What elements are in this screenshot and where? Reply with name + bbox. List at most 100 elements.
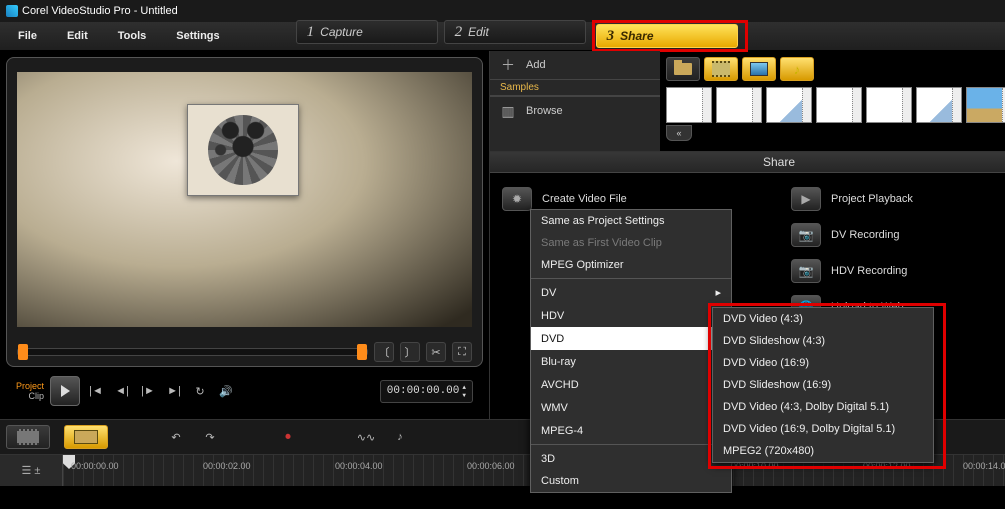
add-button[interactable]: ＋ Add xyxy=(490,51,660,79)
menu-edit[interactable]: Edit xyxy=(53,26,102,46)
project-playback[interactable]: ▶ Project Playback xyxy=(787,181,1005,217)
trim-in-handle[interactable] xyxy=(18,344,28,360)
menu-label: MPEG-4 xyxy=(541,425,583,437)
menu-same-project[interactable]: Same as Project Settings xyxy=(531,210,731,232)
mode-labels[interactable]: Project Clip xyxy=(16,381,44,401)
folder-icon xyxy=(674,63,692,75)
playback-bar: Project Clip |◄ ◄| |► ►| ↻ 🔊 00:00:00.00… xyxy=(6,367,483,415)
dvd-video-4-3[interactable]: DVD Video (4:3) xyxy=(713,308,933,330)
thumb[interactable] xyxy=(966,87,1005,123)
menu-label: DV xyxy=(541,287,556,299)
thumb[interactable] xyxy=(816,87,862,123)
menu-hdv[interactable]: HDV▸ xyxy=(531,304,731,327)
record-button[interactable]: ⏺ xyxy=(278,427,298,447)
menu-settings[interactable]: Settings xyxy=(162,26,233,46)
label: HDV Recording xyxy=(831,265,907,277)
filter-photo[interactable] xyxy=(742,57,776,81)
tick: 00:00:00.00 xyxy=(71,461,119,471)
prev-frame-button[interactable]: ◄| xyxy=(112,381,132,401)
menu-dvd[interactable]: DVD▸ xyxy=(531,327,731,350)
samples-label[interactable]: Samples xyxy=(490,79,660,96)
auto-music-button[interactable]: ♪ xyxy=(390,427,410,447)
timeline-view-button[interactable] xyxy=(64,425,108,449)
menu-separator xyxy=(531,278,731,279)
menu-wmv[interactable]: WMV▸ xyxy=(531,396,731,419)
share-header: Share xyxy=(490,152,1005,173)
thumb[interactable] xyxy=(716,87,762,123)
tab-edit[interactable]: 2 Edit xyxy=(444,20,586,44)
audio-mixer-button[interactable]: ∿∿ xyxy=(356,427,376,447)
mode-project[interactable]: Project xyxy=(16,381,44,391)
mpeg2-720x480[interactable]: MPEG2 (720x480) xyxy=(713,440,933,462)
dvd-video-4-3-dd[interactable]: DVD Video (4:3, Dolby Digital 5.1) xyxy=(713,396,933,418)
collapse-button[interactable]: « xyxy=(666,125,692,141)
scrub-track[interactable] xyxy=(17,348,368,356)
dvd-slideshow-4-3[interactable]: DVD Slideshow (4:3) xyxy=(713,330,933,352)
menu-custom[interactable]: Custom xyxy=(531,470,731,492)
expand-button[interactable]: ⛶ xyxy=(452,342,472,362)
share-panel: ✹ Create Video File Same as Project Sett… xyxy=(490,173,1005,419)
menu-3d[interactable]: 3D▸ xyxy=(531,447,731,470)
volume-button[interactable]: 🔊 xyxy=(216,381,236,401)
preview-pane: 〔 〕 ✂ ⛶ Project Clip |◄ ◄| |► ►| ↻ 🔊 00:… xyxy=(0,51,489,419)
thumb[interactable] xyxy=(766,87,812,123)
dvd-slideshow-16-9[interactable]: DVD Slideshow (16:9) xyxy=(713,374,933,396)
filter-audio[interactable]: ♪ xyxy=(780,57,814,81)
tab-share[interactable]: 3 Share xyxy=(596,24,738,48)
create-video-menu: Same as Project Settings Same as First V… xyxy=(530,209,732,493)
menu-mpeg-optimizer[interactable]: MPEG Optimizer xyxy=(531,254,731,276)
hdv-recording[interactable]: 📷 HDV Recording xyxy=(787,253,1005,289)
menu-bluray[interactable]: Blu-ray▸ xyxy=(531,350,731,373)
share-highlight: 3 Share xyxy=(592,20,748,52)
browse-button[interactable]: ▥ Browse xyxy=(490,97,660,125)
menu-label: Blu-ray xyxy=(541,356,576,368)
trim-out-handle[interactable] xyxy=(357,344,367,360)
timecode-value: 00:00:00.00 xyxy=(387,385,460,397)
add-label: Add xyxy=(526,59,546,71)
dvd-video-16-9[interactable]: DVD Video (16:9) xyxy=(713,352,933,374)
timecode[interactable]: 00:00:00.00 ▲▼ xyxy=(380,380,473,403)
track-header[interactable]: ☰ ± xyxy=(0,455,63,486)
repeat-button[interactable]: ↻ xyxy=(190,381,210,401)
menu-mpeg4[interactable]: MPEG-4▸ xyxy=(531,419,731,442)
thumb[interactable] xyxy=(866,87,912,123)
split-button[interactable]: ✂ xyxy=(426,342,446,362)
mode-clip[interactable]: Clip xyxy=(16,391,44,401)
menu-label: AVCHD xyxy=(541,379,579,391)
timecode-stepper[interactable]: ▲▼ xyxy=(462,384,466,399)
create-video-label: Create Video File xyxy=(542,193,627,205)
go-end-button[interactable]: ►| xyxy=(164,381,184,401)
filter-folder[interactable] xyxy=(666,57,700,81)
tick: 00:00:02.00 xyxy=(203,461,251,471)
chevron-right-icon: ▸ xyxy=(715,286,721,299)
menu-tools[interactable]: Tools xyxy=(104,26,161,46)
filter-video[interactable] xyxy=(704,57,738,81)
menu-label: DVD xyxy=(541,333,564,345)
menu-avchd[interactable]: AVCHD▸ xyxy=(531,373,731,396)
undo-button[interactable]: ↶ xyxy=(166,427,186,447)
tab-capture[interactable]: 1 Capture xyxy=(296,20,438,44)
step-number: 1 xyxy=(307,24,315,41)
redo-button[interactable]: ↷ xyxy=(200,427,220,447)
mark-in-button[interactable]: 〔 xyxy=(374,342,394,362)
play-button[interactable] xyxy=(50,376,80,406)
picture-icon xyxy=(750,62,768,76)
next-frame-button[interactable]: |► xyxy=(138,381,158,401)
dv-recording[interactable]: 📷 DV Recording xyxy=(787,217,1005,253)
thumb[interactable] xyxy=(916,87,962,123)
step-label: Edit xyxy=(468,25,489,39)
play-icon xyxy=(61,385,70,397)
browse-label: Browse xyxy=(526,105,563,117)
dvd-video-16-9-dd[interactable]: DVD Video (16:9, Dolby Digital 5.1) xyxy=(713,418,933,440)
video-frame[interactable] xyxy=(17,72,472,327)
go-start-button[interactable]: |◄ xyxy=(86,381,106,401)
menu-file[interactable]: File xyxy=(4,26,51,46)
menu-dv[interactable]: DV ▸ xyxy=(531,281,731,304)
tick: 00:00:04.00 xyxy=(335,461,383,471)
storyboard-view-button[interactable] xyxy=(6,425,50,449)
camera-icon: 📷 xyxy=(791,223,821,247)
step-number: 3 xyxy=(607,28,615,45)
tick: 00:00:06.00 xyxy=(467,461,515,471)
mark-out-button[interactable]: 〕 xyxy=(400,342,420,362)
thumb[interactable] xyxy=(666,87,712,123)
